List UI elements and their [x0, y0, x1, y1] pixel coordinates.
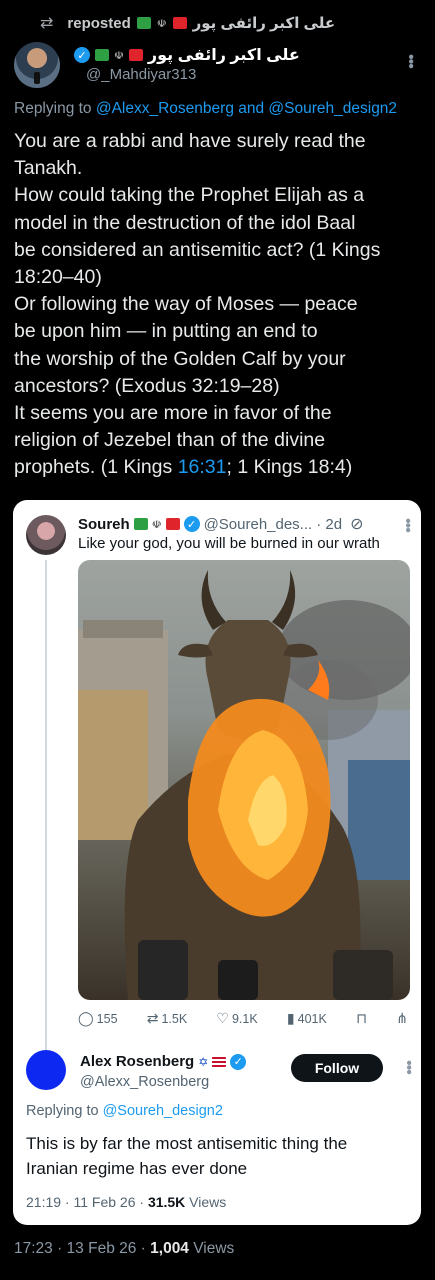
repost-header: ⇄ reposted ☫ علی اکبر رائفی پور [40, 10, 335, 36]
repost-count: 1.5K [161, 1011, 188, 1026]
bookmark-icon: ⊓ [356, 1010, 367, 1026]
iran-emblem-icon: ☫ [151, 518, 162, 531]
red-flag-icon [165, 518, 180, 530]
like-action[interactable]: ♡ 9.1K [216, 1010, 257, 1027]
reply-replying-to: Replying to @Soureh_design2 [26, 1103, 223, 1119]
post-line: be considered an antisemitic act? (1 Kin… [14, 238, 381, 261]
quoted-name[interactable]: Soureh [78, 516, 130, 533]
verified-icon: ✓ [74, 47, 90, 63]
quoted-text: Like your god, you will be burned in our… [78, 535, 380, 552]
reply-line: Iranian regime has ever done [26, 1159, 248, 1178]
post-views-label: Views [188, 1240, 235, 1257]
share-action[interactable]: ⋔ [396, 1010, 408, 1027]
post-text: You are a rabbi and have surely read the… [14, 128, 419, 482]
heart-icon: ♡ [216, 1010, 229, 1026]
replying-to: Replying to @Alexx_Rosenberg and @Soureh… [14, 100, 397, 118]
post-line: Tanakh. [14, 157, 83, 180]
reply-name-line[interactable]: Alex Rosenberg ✡ ✓ [80, 1053, 247, 1070]
verified-icon: ✓ [183, 516, 200, 532]
reply-icon: ◯ [78, 1010, 94, 1026]
quoted-date[interactable]: · 2d [316, 516, 342, 533]
verified-icon: ✓ [230, 1053, 247, 1070]
quoted-image[interactable] [78, 560, 410, 1000]
quote-card[interactable]: Soureh ☫ ✓ @Soureh_des... · 2d ⊘ ••• Lik… [13, 500, 421, 1225]
green-flag-icon [95, 49, 109, 61]
post-line-last: prophets. (1 Kings 16:31; 1 Kings 18:4) [14, 454, 419, 481]
reply-views-count: 31.5K [147, 1194, 186, 1210]
bookmark-action[interactable]: ⊓ [356, 1010, 367, 1027]
views-count: 401K [297, 1011, 327, 1026]
repost-label: reposted [67, 14, 131, 32]
quoted-handle[interactable]: @Soureh_des... [204, 516, 313, 533]
author-handle[interactable]: @_Mahdiyar313 [86, 66, 196, 83]
reply-count: 155 [96, 1011, 118, 1026]
grok-icon[interactable]: ⊘ [350, 514, 363, 534]
iran-emblem-icon: ☫ [156, 17, 167, 30]
post-line: ancestors? (Exodus 32:19–28) [14, 374, 280, 397]
post-inline-link[interactable]: 16:31 [178, 456, 227, 478]
reply-meta: 21:19 · 11 Feb 26 · 31.5K Views [26, 1194, 226, 1210]
replying-to-link[interactable]: @Soureh_design2 [103, 1103, 223, 1119]
like-count: 9.1K [231, 1011, 258, 1026]
reposter-name[interactable]: علی اکبر رائفی پور [193, 14, 335, 32]
reply-more-icon[interactable]: ••• [399, 1060, 417, 1074]
post-line-text: prophets. (1 Kings [14, 456, 178, 479]
post-line: It seems you are more in favor of the [14, 402, 332, 425]
more-options-icon[interactable]: ••• [401, 54, 419, 68]
green-flag-icon [136, 17, 151, 29]
post-line: You are a rabbi and have surely read the [14, 130, 366, 152]
post-timestamp[interactable]: 17:23 · 13 Feb 26 · [14, 1240, 150, 1257]
quoted-more-icon[interactable]: ••• [398, 518, 416, 532]
post-line: model in the destruction of the idol Baa… [14, 211, 356, 234]
post-line: be upon him — in putting an end to [14, 320, 318, 343]
reply-line: This is by far the most antisemitic thin… [26, 1134, 348, 1153]
post-author: ✓ ☫ علی اکبر رائفی پور @_Mahdiyar313 ••• [14, 42, 421, 92]
reply-text: This is by far the most antisemitic thin… [26, 1131, 416, 1181]
post-line: Or following the way of Moses — peace [14, 293, 358, 316]
burning-statue-illustration [78, 570, 410, 1000]
post-views-count: 1,004 [150, 1240, 189, 1257]
post-line: How could taking the Prophet Elijah as a [14, 184, 365, 207]
us-flag-icon [212, 1056, 227, 1067]
repost-icon: ⇄ [146, 1010, 159, 1026]
reply-action[interactable]: ◯ 155 [78, 1010, 118, 1027]
replying-prefix: Replying to [14, 100, 92, 117]
reply-views-label: Views [185, 1194, 227, 1210]
author-name: علی اکبر رائفی پور [147, 47, 300, 64]
quoted-actions: ◯ 155 ⇄ 1.5K ♡ 9.1K ▮ 401K ⊓ ⋔ [78, 1010, 408, 1027]
repost-icon: ⇄ [40, 15, 54, 32]
post-line: 18:20–40) [14, 266, 102, 289]
green-flag-icon [133, 518, 148, 530]
thread-line [45, 560, 47, 1060]
follow-button[interactable]: Follow [291, 1054, 383, 1082]
israel-flag-icon: ✡ [198, 1054, 209, 1069]
quoted-avatar[interactable] [26, 515, 66, 555]
iran-emblem-icon: ☫ [114, 49, 124, 62]
post-line: religion of Jezebel than of the divine [14, 429, 326, 452]
reply-handle[interactable]: @Alexx_Rosenberg [80, 1074, 209, 1090]
replying-prefix: Replying to [26, 1103, 99, 1119]
red-flag-icon [128, 49, 143, 61]
post-line-text: ; 1 Kings 18:4) [226, 456, 353, 479]
replying-to-link[interactable]: @Alexx_Rosenberg and @Soureh_design2 [96, 100, 397, 117]
reply-name: Alex Rosenberg [80, 1053, 195, 1070]
reply-timestamp[interactable]: 21:19 · 11 Feb 26 · [26, 1194, 148, 1210]
quoted-header: Soureh ☫ ✓ @Soureh_des... · 2d ⊘ [78, 514, 363, 534]
author-name-line[interactable]: ✓ ☫ علی اکبر رائفی پور [74, 45, 300, 65]
post-meta: 17:23 · 13 Feb 26 · 1,004 Views [14, 1240, 234, 1258]
repost-action[interactable]: ⇄ 1.5K [147, 1010, 187, 1027]
bar-chart-icon: ▮ [286, 1010, 295, 1026]
red-flag-icon [172, 17, 187, 29]
post-line: the worship of the Golden Calf by your [14, 347, 346, 370]
share-icon: ⋔ [396, 1010, 408, 1026]
reply-avatar[interactable] [26, 1050, 66, 1090]
author-avatar[interactable] [14, 42, 60, 88]
views-action[interactable]: ▮ 401K [287, 1010, 327, 1027]
